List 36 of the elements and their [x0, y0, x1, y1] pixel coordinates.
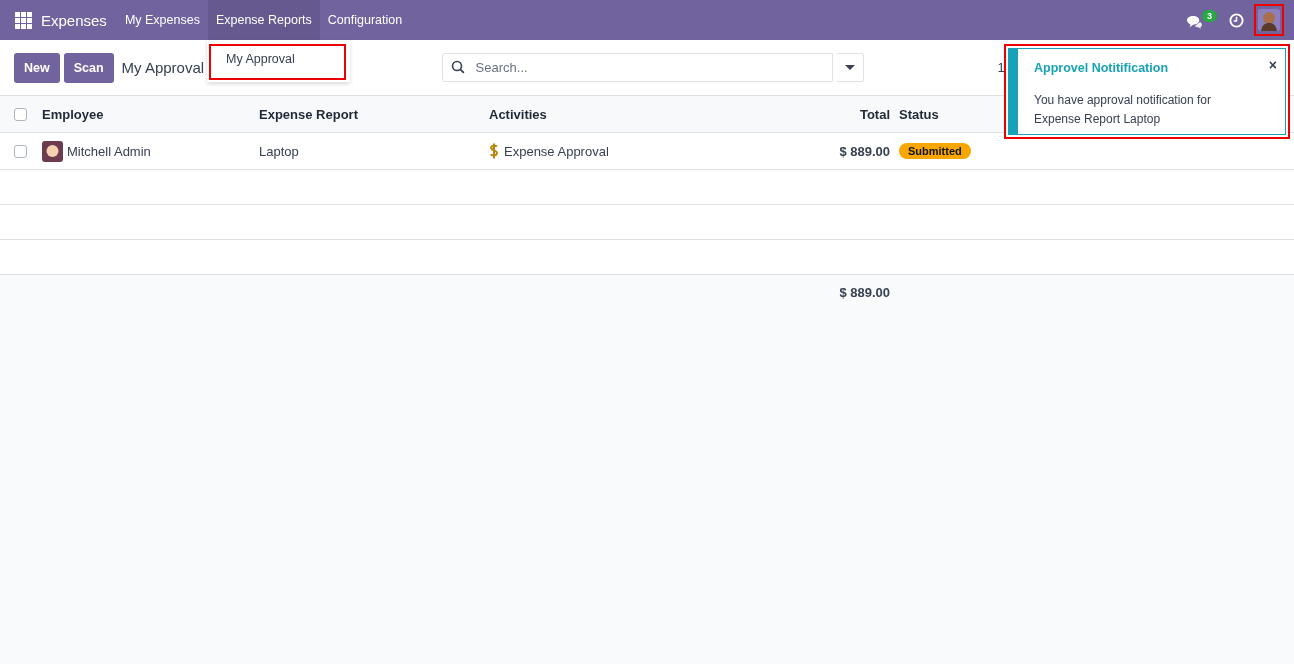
clock-icon[interactable] — [1229, 12, 1244, 28]
nav-menu-item[interactable]: Expense Reports — [207, 0, 320, 40]
column-header[interactable]: Expense Report — [259, 106, 358, 122]
breadcrumb: My Approval — [121, 59, 205, 76]
table-cell: Mitchell Admin — [67, 143, 151, 159]
search-icon — [450, 60, 465, 74]
message-count-badge: 3 — [1202, 10, 1217, 22]
nav-menu-item[interactable]: My Expenses — [116, 0, 208, 40]
action-button[interactable]: New — [14, 52, 60, 83]
avatar-icon — [42, 140, 63, 162]
caret-icon[interactable] — [844, 64, 855, 71]
column-header[interactable]: Total — [859, 106, 890, 122]
pager-value: 1 — [997, 60, 1005, 75]
select-all-checkbox[interactable] — [14, 107, 27, 121]
notification-title: Approvel Notitification — [1034, 61, 1170, 75]
activity-link[interactable]: Expense Approval — [504, 143, 609, 159]
nav-menu-item[interactable]: Configuration — [319, 0, 411, 40]
action-button[interactable]: Scan — [63, 52, 114, 83]
chat-icon[interactable] — [1186, 15, 1202, 29]
notification-message: You have approval notification for Expense Report Laptop — [1034, 92, 1212, 128]
row-checkbox[interactable] — [14, 144, 27, 158]
total-sum: $ 889.00 — [839, 284, 890, 300]
column-header[interactable]: Activities — [489, 106, 547, 122]
dollar-icon[interactable] — [489, 142, 499, 160]
app-title[interactable]: Expenses — [41, 11, 107, 29]
column-header[interactable]: Employee — [42, 106, 104, 122]
apps-menu-icon[interactable] — [15, 11, 32, 29]
table-cell: Laptop — [259, 143, 299, 159]
user-avatar[interactable] — [1258, 9, 1280, 31]
close-button[interactable]: × — [1268, 57, 1277, 73]
column-header[interactable]: Status — [899, 106, 939, 122]
dropdown-item[interactable]: My Approval — [209, 44, 346, 80]
search-options-button[interactable] — [836, 53, 864, 82]
search-field[interactable]: Search... — [441, 53, 833, 82]
status-badge: Submitted — [899, 143, 971, 159]
table-cell: $ 889.00 — [839, 143, 890, 159]
